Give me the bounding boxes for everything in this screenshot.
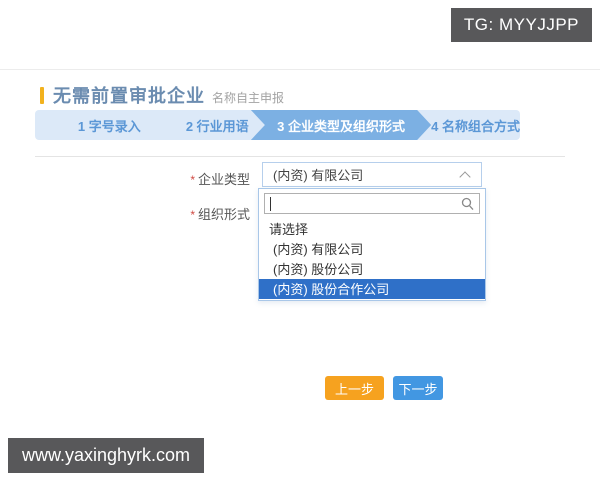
step-bar: 1 字号录入 2 行业用语 3 企业类型及组织形式 4 名称组合方式 (35, 110, 520, 140)
step-2-hangye[interactable]: 2 行业用语 (184, 110, 251, 140)
page: TG: MYYJJPP 无需前置审批企业 名称自主申报 1 字号录入 2 行业用… (0, 0, 600, 480)
company-type-selected-value: (内资) 有限公司 (273, 168, 364, 183)
company-type-label-text: 企业类型 (197, 172, 250, 187)
org-form-label-text: 组织形式 (197, 207, 250, 222)
page-header: 无需前置审批企业 名称自主申报 (40, 82, 284, 108)
step-4-mingcheng[interactable]: 4 名称组合方式 (431, 110, 520, 140)
tg-watermark-badge: TG: MYYJJPP (450, 8, 592, 42)
top-divider (0, 69, 600, 70)
page-subtitle: 名称自主申报 (212, 90, 285, 105)
company-type-dropdown: 请选择 (内资) 有限公司 (内资) 股份公司 (内资) 股份合作公司 (258, 188, 486, 301)
site-watermark-badge: www.yaxinghyrk.com (8, 438, 205, 473)
search-icon (461, 197, 474, 216)
option-stock-cooperative-company-selected[interactable]: (内资) 股份合作公司 (259, 279, 485, 299)
dropdown-option-list: 请选择 (内资) 有限公司 (内资) 股份公司 (内资) 股份合作公司 (259, 218, 485, 299)
dropdown-search-input[interactable] (265, 194, 479, 213)
required-asterisk: * (190, 208, 195, 222)
option-placeholder[interactable]: 请选择 (259, 219, 485, 239)
chevron-up-icon (459, 170, 471, 183)
company-type-select[interactable]: (内资) 有限公司 (262, 162, 482, 187)
org-form-label: * 组织形式 (150, 204, 250, 223)
prev-step-button[interactable]: 上一步 (325, 376, 384, 400)
option-limited-company[interactable]: (内资) 有限公司 (259, 239, 485, 259)
dropdown-search-box (264, 193, 480, 214)
step-1-zihao[interactable]: 1 字号录入 (35, 110, 184, 140)
company-type-label: * 企业类型 (150, 169, 250, 188)
form-divider (35, 156, 565, 157)
required-asterisk: * (190, 173, 195, 187)
text-cursor (270, 197, 271, 211)
next-step-button[interactable]: 下一步 (393, 376, 443, 400)
step-3-qiyeleixing-active[interactable]: 3 企业类型及组织形式 (251, 110, 431, 140)
page-title: 无需前置审批企业 (53, 86, 205, 106)
option-stock-company[interactable]: (内资) 股份公司 (259, 259, 485, 279)
title-accent-bar (40, 86, 44, 104)
